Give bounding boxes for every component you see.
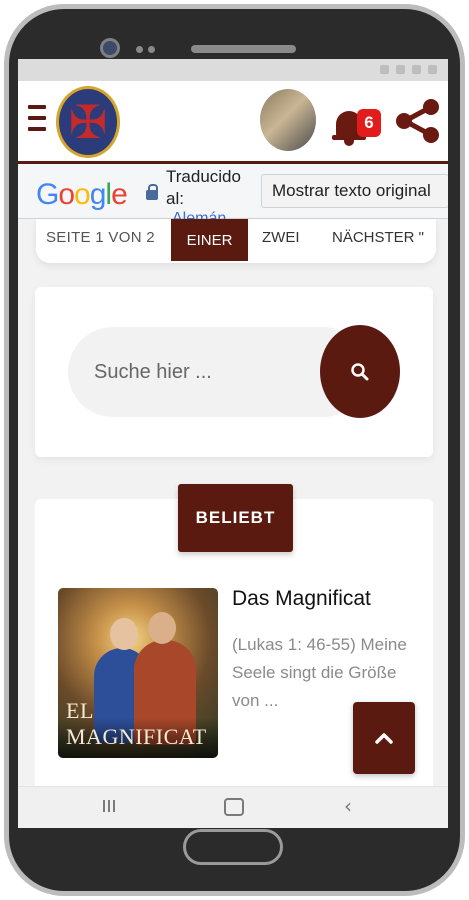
- page-link-next[interactable]: NÄCHSTER ": [332, 229, 424, 246]
- search-button[interactable]: [320, 325, 400, 418]
- google-translate-bar: Google Traducido al: Alemán Mostrar text…: [18, 164, 448, 221]
- search-icon: [351, 362, 369, 380]
- show-original-button[interactable]: Mostrar texto original: [261, 174, 448, 208]
- notification-badge: 6: [357, 109, 381, 137]
- google-logo: Google: [36, 178, 128, 211]
- signal-icon: [412, 65, 421, 74]
- back-chevron-icon[interactable]: ‹: [344, 794, 352, 818]
- home-icon[interactable]: [224, 798, 244, 816]
- recents-icon[interactable]: [103, 799, 121, 813]
- phone-screen: ✠ 6 Google Traducido al: Alemán Mostrar …: [18, 59, 448, 828]
- share-icon[interactable]: [393, 97, 441, 145]
- thumbnail-caption: EL MAGNIFICAT: [66, 698, 207, 749]
- battery-icon: [428, 65, 437, 74]
- post-title-link[interactable]: Das Magnificat: [232, 587, 371, 611]
- front-camera: [100, 38, 120, 58]
- status-bar: [18, 59, 448, 81]
- wifi-icon: [396, 65, 405, 74]
- search-widget: Suche hier ...: [35, 287, 433, 457]
- android-nav-bar: ‹: [18, 786, 448, 828]
- phone-home-button[interactable]: [183, 829, 283, 865]
- cross-emblem-icon: ✠: [68, 95, 108, 149]
- chevron-up-icon: [375, 733, 393, 744]
- page-link-two[interactable]: ZWEI: [262, 229, 300, 246]
- hamburger-icon[interactable]: [28, 105, 46, 137]
- site-logo[interactable]: ✠: [56, 86, 120, 158]
- site-header: ✠ 6: [18, 81, 448, 164]
- earpiece-speaker: [191, 45, 296, 53]
- translated-to-label: Traducido al:: [166, 167, 241, 208]
- page-info: SEITE 1 VON 2: [46, 229, 155, 246]
- search-placeholder: Suche hier ...: [94, 361, 212, 383]
- page-link-current[interactable]: EINER: [171, 219, 248, 261]
- sensor-dot: [148, 46, 155, 53]
- lock-icon: [146, 184, 158, 200]
- popular-tab-button[interactable]: BELIEBT: [178, 484, 293, 552]
- pagination: SEITE 1 VON 2 EINER ZWEI NÄCHSTER ": [36, 219, 436, 263]
- scroll-to-top-button[interactable]: [353, 702, 415, 774]
- avatar[interactable]: [260, 89, 316, 151]
- status-icon: [380, 65, 389, 74]
- sensor-dot: [136, 46, 143, 53]
- post-thumbnail[interactable]: EL MAGNIFICAT: [58, 588, 218, 758]
